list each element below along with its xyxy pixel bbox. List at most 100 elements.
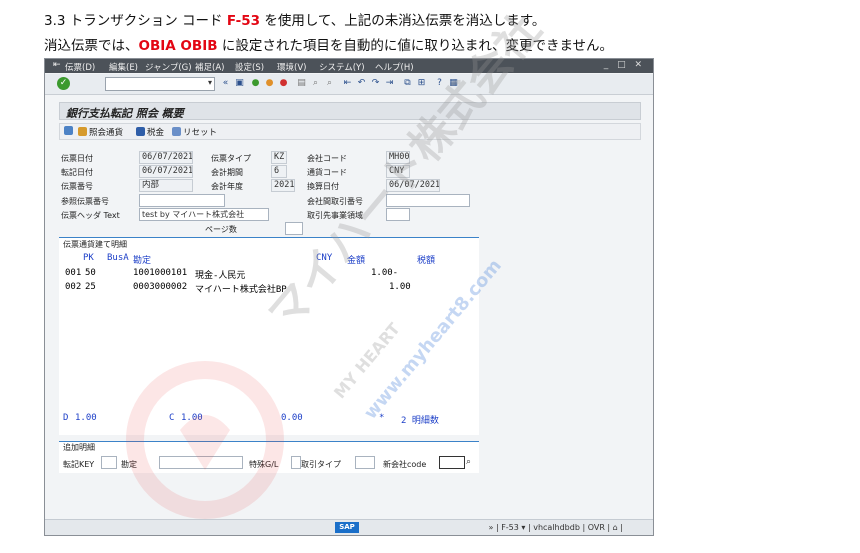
next-page-icon[interactable]: ↷ bbox=[369, 77, 382, 90]
doc-date-label: 伝票日付 bbox=[61, 154, 93, 163]
post-date-field: 06/07/2021 bbox=[139, 165, 193, 178]
instruction-line-1: 3.3 トランザクション コード F-53 を使用して、上記の未消込伝票を消込し… bbox=[44, 9, 545, 29]
status-bar: SAP » | F-53 ▾ | vhcalhdbdb | OVR | ⌂ | bbox=[45, 519, 653, 535]
application-toolbar: 照会通貨 税金 リセット bbox=[59, 123, 641, 140]
balance-value: 0.00 bbox=[281, 413, 303, 423]
col-currency: CNY bbox=[316, 253, 333, 263]
screen-title-bar: 銀行支払転記 照会 概要 bbox=[59, 102, 641, 120]
intercompany-label: 会社間取引番号 bbox=[307, 197, 363, 206]
reference-label: 参照伝票番号 bbox=[61, 197, 109, 206]
trans-type-label: 取引タイプ bbox=[301, 460, 341, 469]
row-pk: 50 bbox=[85, 268, 96, 278]
total-credit-label: C bbox=[169, 413, 175, 423]
find-next-icon[interactable]: ⌕ bbox=[323, 77, 336, 90]
line-count: 2 明細数 bbox=[401, 416, 439, 426]
back-double-icon[interactable]: « bbox=[219, 77, 232, 90]
new-company-field[interactable] bbox=[439, 456, 465, 469]
currency-label: 通貨コード bbox=[307, 168, 347, 177]
translation-date-label: 換算日付 bbox=[307, 182, 339, 191]
account-field[interactable] bbox=[159, 456, 243, 469]
status-mode: OVR bbox=[587, 523, 605, 532]
line-items-group bbox=[59, 237, 479, 435]
help-icon[interactable]: ? bbox=[433, 77, 446, 90]
fiscal-year-label: 会計年度 bbox=[211, 182, 243, 191]
period-label: 会計期間 bbox=[211, 168, 243, 177]
chevron-down-icon[interactable]: ▾ bbox=[208, 78, 212, 87]
last-page-icon[interactable]: ⇥ bbox=[383, 77, 396, 90]
back-icon[interactable]: ● bbox=[249, 77, 262, 90]
row-line: 001 bbox=[65, 268, 82, 278]
shortcut-icon[interactable]: ⊞ bbox=[415, 77, 428, 90]
find-icon[interactable]: ⌕ bbox=[309, 77, 322, 90]
info-icon bbox=[136, 127, 145, 136]
special-gl-field[interactable] bbox=[291, 456, 301, 469]
header-text-label: 伝票ヘッダ Text bbox=[61, 211, 120, 220]
menu-settings[interactable]: 設定(S) bbox=[235, 61, 264, 73]
cancel-icon[interactable]: ● bbox=[277, 77, 290, 90]
menu-system[interactable]: システム(Y) bbox=[319, 61, 365, 73]
command-field[interactable]: ▾ bbox=[105, 77, 215, 91]
print-icon[interactable]: ▤ bbox=[295, 77, 308, 90]
overview-button[interactable] bbox=[64, 126, 75, 137]
page-count-label: ページ数 bbox=[205, 225, 237, 234]
instruction-text: 消込伝票では、 bbox=[44, 38, 139, 54]
config-fields-highlight: OBIA OBIB bbox=[138, 38, 218, 54]
intercompany-field[interactable] bbox=[386, 194, 470, 207]
status-tcode: F-53 bbox=[501, 523, 519, 532]
col-amount: 金額 bbox=[347, 256, 366, 266]
new-session-icon[interactable]: ⧉ bbox=[401, 77, 414, 90]
trading-partner-label: 取引先事業領域 bbox=[307, 211, 363, 220]
tax-button[interactable]: 税金 bbox=[136, 126, 164, 138]
company-code-field: MH00 bbox=[386, 151, 410, 164]
row-line: 002 bbox=[65, 282, 82, 292]
menu-help[interactable]: ヘルプ(H) bbox=[375, 61, 414, 73]
page-count-field[interactable] bbox=[285, 222, 303, 235]
reset-button[interactable]: リセット bbox=[172, 126, 217, 138]
menu-edit[interactable]: 編集(E) bbox=[109, 61, 138, 73]
menu-goto[interactable]: ジャンプ(G) bbox=[145, 61, 192, 73]
coins-icon bbox=[78, 127, 87, 136]
row-account-name: 現金-人民元 bbox=[195, 271, 246, 281]
exit-icon[interactable]: ● bbox=[263, 77, 276, 90]
enter-check-icon[interactable]: ✓ bbox=[57, 77, 70, 90]
row-account: 1001000101 bbox=[133, 268, 188, 278]
exit-icon[interactable]: ⇤ bbox=[53, 60, 61, 70]
prev-page-icon[interactable]: ↶ bbox=[355, 77, 368, 90]
doc-no-field: 内部 bbox=[139, 179, 193, 192]
first-page-icon[interactable]: ⇤ bbox=[341, 77, 354, 90]
doc-type-field: KZ bbox=[271, 151, 287, 164]
period-field: 6 bbox=[271, 165, 287, 178]
special-gl-label: 特殊G/L bbox=[249, 460, 279, 469]
posting-key-label: 転記KEY bbox=[63, 460, 95, 469]
save-icon[interactable]: ▣ bbox=[233, 77, 246, 90]
posting-key-field[interactable] bbox=[101, 456, 117, 469]
line-items-title: 伝票通貨建て明細 bbox=[63, 240, 127, 249]
window-controls[interactable]: _ □ ✕ bbox=[604, 60, 645, 70]
row-amount: 1.00- bbox=[371, 268, 399, 278]
reference-field[interactable] bbox=[139, 194, 225, 207]
col-tax: 税額 bbox=[417, 256, 436, 266]
layout-icon[interactable]: ▦ bbox=[447, 77, 460, 90]
transaction-code-highlight: F-53 bbox=[226, 13, 261, 29]
status-info: » | F-53 ▾ | vhcalhdbdb | OVR | ⌂ | bbox=[488, 523, 624, 532]
sap-window: ⇤ 伝票(D) 編集(E) ジャンプ(G) 補足(A) 設定(S) 環境(V) … bbox=[44, 58, 654, 536]
page-title: 銀行支払転記 照会 概要 bbox=[66, 107, 184, 120]
menu-document[interactable]: 伝票(D) bbox=[65, 61, 95, 73]
trading-partner-field[interactable] bbox=[386, 208, 410, 221]
instruction-text: に設定された項目を自動的に値に取り込まれ、変更できません。 bbox=[217, 38, 614, 54]
menu-environment[interactable]: 環境(V) bbox=[277, 61, 306, 73]
header-text-field[interactable]: test by マイハート株式会社 bbox=[139, 208, 269, 221]
search-help-icon[interactable]: ⌕ bbox=[466, 457, 471, 467]
balance-star: * bbox=[379, 413, 385, 423]
account-label: 勘定 bbox=[121, 460, 137, 469]
instruction-text: を使用して、上記の未消込伝票を消込します。 bbox=[260, 13, 546, 29]
currency-field: CNY bbox=[386, 165, 410, 178]
trans-type-field[interactable] bbox=[355, 456, 375, 469]
menu-extras[interactable]: 補足(A) bbox=[195, 61, 224, 73]
total-debit-value: 1.00 bbox=[75, 413, 97, 423]
display-currency-button[interactable]: 照会通貨 bbox=[78, 126, 123, 138]
standard-toolbar: ✓ ▾ « ▣ ● ● ● ▤ ⌕ ⌕ ⇤ ↶ ↷ ⇥ ⧉ ⊞ ? ▦ bbox=[45, 74, 653, 95]
additional-items-title: 追加明細 bbox=[63, 443, 95, 452]
tax-label: 税金 bbox=[147, 128, 165, 138]
doc-date-field: 06/07/2021 bbox=[139, 151, 193, 164]
